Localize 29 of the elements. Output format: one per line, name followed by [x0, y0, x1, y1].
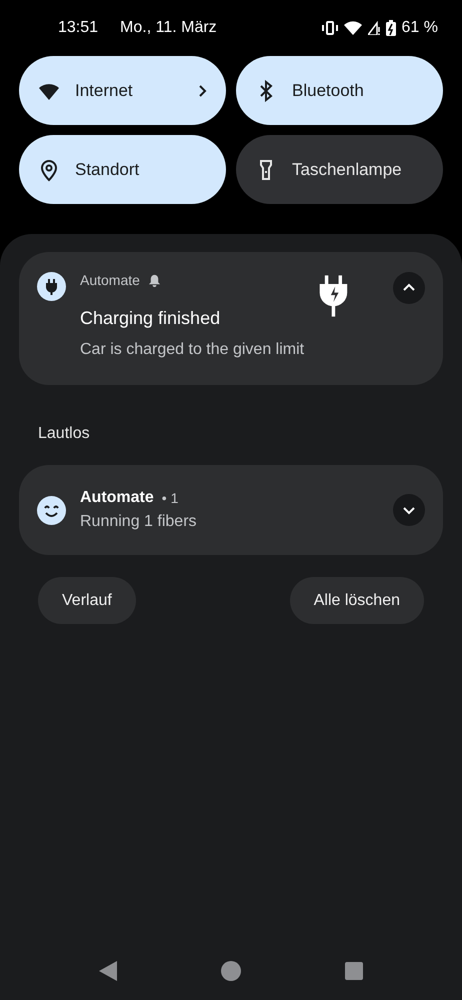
- signal-icon: [368, 21, 380, 35]
- notification-card[interactable]: Automate • 1 Running 1 fibers: [19, 465, 443, 555]
- collapse-button[interactable]: [393, 272, 425, 304]
- plug-icon: [37, 272, 66, 301]
- quick-settings-tile[interactable]: Taschenlampe: [236, 135, 443, 204]
- date: Mo., 11. März: [120, 19, 217, 37]
- smiley-icon: [37, 496, 66, 524]
- notification-title: Charging finished: [80, 308, 222, 329]
- wifi-icon: [344, 21, 362, 35]
- clock: 13:51: [58, 19, 98, 37]
- expand-button[interactable]: [393, 494, 425, 526]
- notification-card[interactable]: Automate Charging finished Car is charged to the given limit: [19, 252, 443, 385]
- bell-icon: [148, 274, 161, 286]
- notification-count: • 1: [162, 490, 178, 506]
- section-header: Lautlos: [38, 425, 91, 443]
- quick-settings-tile[interactable]: Bluetooth: [236, 56, 443, 125]
- battery-charging-icon: [386, 20, 396, 36]
- quick-settings-tile[interactable]: Standort: [19, 135, 226, 204]
- app-name: Automate: [80, 489, 154, 507]
- quick-settings-tile[interactable]: Internet: [19, 56, 226, 125]
- action-button[interactable]: Alle löschen: [290, 577, 424, 624]
- notification-text: Running 1 fibers: [80, 513, 198, 531]
- battery-percentage: 61 %: [402, 19, 438, 37]
- action-button[interactable]: Verlauf: [38, 577, 136, 624]
- app-name: Automate: [80, 272, 140, 288]
- notification-text: Car is charged to the given limit: [80, 341, 304, 359]
- back-icon[interactable]: [99, 961, 117, 981]
- vibrate-icon: [322, 21, 338, 35]
- home-icon[interactable]: [221, 961, 241, 981]
